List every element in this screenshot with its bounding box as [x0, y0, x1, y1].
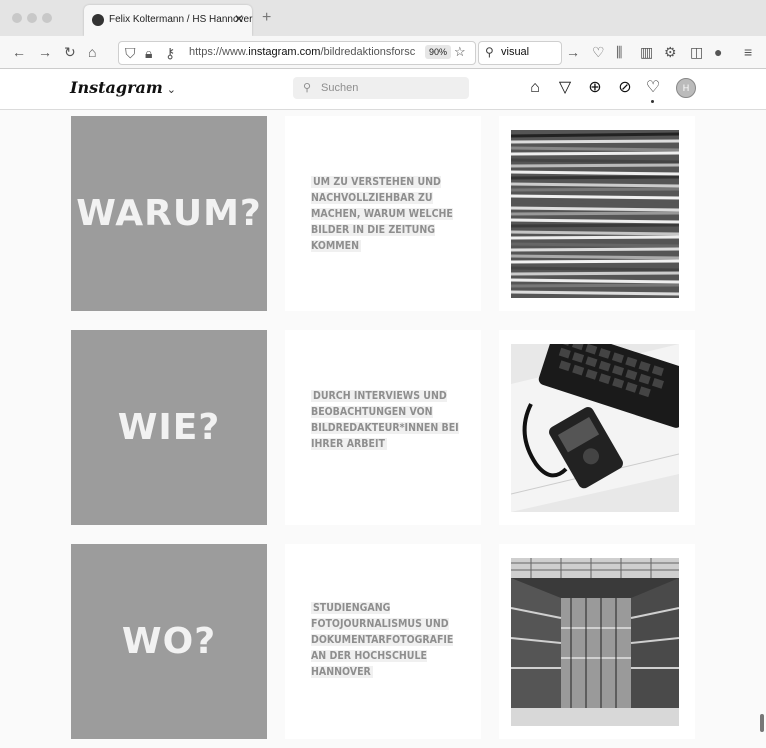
browser-tab[interactable]: Felix Koltermann / HS Hannover ✕ — [84, 5, 252, 36]
library-icon[interactable]: ⫼ — [616, 43, 622, 61]
post-warum[interactable]: WARUM? — [71, 116, 267, 311]
key-icon[interactable]: ⚷ — [165, 44, 175, 62]
post-wie[interactable]: WIE? — [71, 330, 267, 525]
post-photo-tile[interactable] — [499, 330, 695, 525]
page-scrollbar[interactable] — [760, 714, 764, 732]
tab-title: Felix Koltermann / HS Hannover — [109, 14, 253, 25]
post-text-tile[interactable]: DURCH INTERVIEWS UND BEOBACHTUNGEN VON B… — [285, 330, 481, 525]
pocket-icon[interactable]: ♡ — [592, 43, 605, 61]
explore-compass-icon[interactable]: ⊘ — [615, 78, 635, 98]
back-icon[interactable]: ← — [12, 43, 26, 61]
instagram-search-input[interactable]: ⚲ Suchen — [293, 77, 469, 99]
activity-heart-icon[interactable]: ♡ — [643, 78, 663, 98]
new-tab-icon[interactable]: + — [262, 9, 271, 27]
lock-icon[interactable]: 🔒︎ — [145, 44, 152, 62]
window-minimize-control[interactable] — [27, 13, 37, 23]
recorder-keyboard-photo — [511, 344, 679, 512]
tab-close-icon[interactable]: ✕ — [234, 12, 244, 26]
bookmark-star-icon[interactable]: ☆ — [454, 44, 466, 60]
search-go-icon[interactable]: → — [566, 43, 580, 61]
chevron-down-icon[interactable]: ⌄ — [167, 83, 176, 96]
browser-search-query[interactable]: visual — [501, 46, 529, 58]
post-text-tile[interactable]: UM ZU VERSTEHEN UND NACHVOLLZIEHBAR ZU M… — [285, 116, 481, 311]
post-word: WARUM? — [76, 193, 262, 234]
direct-message-icon[interactable]: ▽ — [555, 78, 575, 98]
instagram-favicon-icon — [92, 14, 104, 26]
post-wo[interactable]: WO? — [71, 544, 267, 739]
menu-icon[interactable]: ≡ — [744, 43, 752, 61]
post-photo-tile[interactable] — [499, 544, 695, 739]
shield-icon[interactable]: ⛉ — [125, 44, 136, 62]
reload-icon[interactable]: ↻ — [64, 43, 76, 61]
search-icon: ⚲ — [303, 82, 312, 94]
post-text: STUDIENGANG FOTOJOURNALISMUS UND DOKUMEN… — [311, 602, 454, 678]
newspaper-stack-photo — [511, 130, 679, 298]
browser-search-box[interactable]: ⚲ visual — [478, 41, 562, 65]
home-icon[interactable]: ⌂ — [525, 78, 545, 98]
window-zoom-control[interactable] — [42, 13, 52, 23]
search-placeholder: Suchen — [321, 82, 359, 94]
post-text: DURCH INTERVIEWS UND BEOBACHTUNGEN VON B… — [311, 390, 459, 450]
extension-icon[interactable]: ⚙ — [664, 43, 677, 61]
screenshot-icon[interactable]: ◫ — [690, 43, 703, 61]
post-text-tile[interactable]: STUDIENGANG FOTOJOURNALISMUS UND DOKUMEN… — [285, 544, 481, 739]
url-bar[interactable]: ⛉ 🔒︎ ⚷ https://www.instagram.com/bildred… — [118, 41, 476, 65]
browser-tab-bar: Felix Koltermann / HS Hannover ✕ + — [0, 0, 766, 36]
window-close-control[interactable] — [12, 13, 22, 23]
post-text: UM ZU VERSTEHEN UND NACHVOLLZIEHBAR ZU M… — [311, 176, 453, 252]
new-post-icon[interactable]: ⊕ — [585, 78, 605, 98]
zoom-level[interactable]: 90% — [425, 45, 452, 59]
instagram-header: Instagram ⌄ ⚲ Suchen ⌂ ▽ ⊕ ⊘ ♡ H — [0, 69, 766, 110]
url-text[interactable]: https://www.instagram.com/bildredaktions… — [189, 46, 421, 58]
post-word: WO? — [121, 621, 217, 662]
university-atrium-photo — [511, 558, 679, 726]
sidebar-icon[interactable]: ▥ — [640, 43, 653, 61]
avatar[interactable]: H — [676, 78, 696, 98]
post-word: WIE? — [117, 407, 221, 448]
forward-icon[interactable]: → — [38, 43, 52, 61]
instagram-logo[interactable]: Instagram ⌄ — [70, 78, 176, 97]
search-icon: ⚲ — [485, 45, 494, 59]
notification-dot — [651, 100, 654, 103]
browser-toolbar: ← → ↻ ⌂ ⛉ 🔒︎ ⚷ https://www.instagram.com… — [0, 36, 766, 69]
account-icon[interactable]: ● — [714, 43, 722, 61]
home-icon[interactable]: ⌂ — [88, 43, 96, 61]
post-photo-tile[interactable] — [499, 116, 695, 311]
